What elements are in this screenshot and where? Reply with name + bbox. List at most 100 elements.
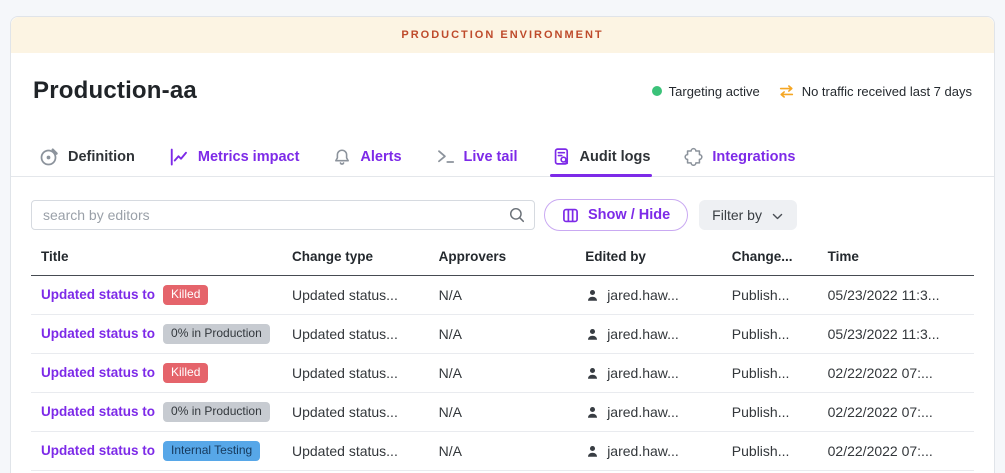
targeting-active-dot-icon: [652, 86, 662, 96]
row-title-link[interactable]: Updated status to: [41, 287, 155, 302]
column-header-changed: Change...: [722, 249, 818, 264]
cell-approvers: N/A: [429, 404, 576, 420]
edited-by-name: jared.haw...: [607, 443, 679, 459]
show-hide-button[interactable]: Show / Hide: [544, 199, 688, 231]
tab-definition-label: Definition: [68, 149, 135, 165]
row-title-link[interactable]: Updated status to: [41, 404, 155, 419]
columns-icon: [562, 207, 579, 224]
audit-log-table: Title Change type Approvers Edited by Ch…: [31, 231, 974, 471]
cell-edited-by: jared.haw...: [575, 326, 722, 342]
traffic-status-label: No traffic received last 7 days: [802, 84, 972, 99]
chevron-down-icon: [771, 210, 784, 223]
cell-changed: Publish...: [722, 443, 818, 459]
table-row[interactable]: Updated status to Killed Updated status.…: [31, 354, 974, 393]
status-badge: Killed: [163, 285, 208, 305]
audit-table-body: Updated status to Killed Updated status.…: [31, 276, 974, 471]
cell-time: 02/22/2022 07:...: [818, 443, 974, 459]
environment-card: PRODUCTION ENVIRONMENT Production-aa Tar…: [10, 16, 995, 473]
tab-alerts[interactable]: Alerts: [333, 137, 401, 176]
tab-definition[interactable]: Definition: [39, 137, 135, 176]
column-header-approvers: Approvers: [429, 249, 576, 264]
tab-metrics-impact[interactable]: Metrics impact: [169, 137, 300, 176]
cell-time: 02/22/2022 07:...: [818, 365, 974, 381]
metrics-impact-icon: [169, 147, 189, 167]
table-row[interactable]: Updated status to Killed Updated status.…: [31, 276, 974, 315]
tab-integrations-label: Integrations: [712, 149, 795, 165]
cell-edited-by: jared.haw...: [575, 404, 722, 420]
person-icon: [585, 444, 600, 459]
tab-integrations[interactable]: Integrations: [684, 137, 795, 176]
person-icon: [585, 366, 600, 381]
targeting-status-label: Targeting active: [669, 84, 760, 99]
status-badge: Internal Testing: [163, 441, 260, 461]
status-badge: Killed: [163, 363, 208, 383]
swap-arrows-icon: [778, 83, 795, 100]
person-icon: [585, 288, 600, 303]
edited-by-name: jared.haw...: [607, 404, 679, 420]
show-hide-label: Show / Hide: [588, 207, 670, 223]
cell-edited-by: jared.haw...: [575, 287, 722, 303]
status-badge: 0% in Production: [163, 402, 270, 422]
status-group: Targeting active No traffic received las…: [652, 83, 972, 100]
filter-by-label: Filter by: [712, 207, 762, 223]
page-title: Production-aa: [33, 77, 197, 105]
person-icon: [585, 405, 600, 420]
cell-time: 02/22/2022 07:...: [818, 404, 974, 420]
cell-time: 05/23/2022 11:3...: [818, 326, 974, 342]
page-header: Production-aa Targeting active No traffi…: [11, 75, 994, 107]
cell-change-type: Updated status...: [282, 287, 429, 303]
cell-approvers: N/A: [429, 287, 576, 303]
cell-edited-by: jared.haw...: [575, 443, 722, 459]
table-row[interactable]: Updated status to 0% in Production Updat…: [31, 393, 974, 432]
terminal-icon: [436, 147, 455, 166]
cell-title: Updated status to Killed: [31, 285, 282, 305]
cell-time: 05/23/2022 11:3...: [818, 287, 974, 303]
cell-approvers: N/A: [429, 365, 576, 381]
table-toolbar: Show / Hide Filter by: [31, 199, 974, 231]
filter-by-button[interactable]: Filter by: [699, 200, 797, 230]
cell-approvers: N/A: [429, 443, 576, 459]
search-input[interactable]: [31, 200, 535, 230]
tab-audit-logs[interactable]: Audit logs: [552, 137, 651, 176]
targeting-status: Targeting active: [652, 84, 760, 99]
tab-metrics-impact-label: Metrics impact: [198, 149, 300, 165]
cell-change-type: Updated status...: [282, 404, 429, 420]
cell-edited-by: jared.haw...: [575, 365, 722, 381]
bell-icon: [333, 148, 351, 166]
cell-changed: Publish...: [722, 365, 818, 381]
tab-live-tail[interactable]: Live tail: [436, 137, 518, 176]
definition-icon: [39, 147, 59, 167]
edited-by-name: jared.haw...: [607, 287, 679, 303]
edited-by-name: jared.haw...: [607, 365, 679, 381]
search-icon: [508, 206, 526, 224]
tab-bar: Definition Metrics impact Alerts: [11, 137, 994, 177]
cell-title: Updated status to 0% in Production: [31, 324, 282, 344]
row-title-link[interactable]: Updated status to: [41, 326, 155, 341]
cell-changed: Publish...: [722, 287, 818, 303]
tab-audit-logs-label: Audit logs: [580, 149, 651, 165]
cell-change-type: Updated status...: [282, 443, 429, 459]
column-header-time: Time: [818, 249, 974, 264]
row-title-link[interactable]: Updated status to: [41, 443, 155, 458]
cell-approvers: N/A: [429, 326, 576, 342]
table-row[interactable]: Updated status to 0% in Production Updat…: [31, 315, 974, 354]
environment-banner-label: PRODUCTION ENVIRONMENT: [401, 29, 603, 41]
cell-changed: Publish...: [722, 326, 818, 342]
column-header-change-type: Change type: [282, 249, 429, 264]
environment-banner: PRODUCTION ENVIRONMENT: [11, 17, 994, 53]
edited-by-name: jared.haw...: [607, 326, 679, 342]
puzzle-icon: [684, 147, 703, 166]
search-box: [31, 200, 535, 230]
person-icon: [585, 327, 600, 342]
tab-live-tail-label: Live tail: [464, 149, 518, 165]
table-header-row: Title Change type Approvers Edited by Ch…: [31, 231, 974, 276]
tab-alerts-label: Alerts: [360, 149, 401, 165]
cell-change-type: Updated status...: [282, 326, 429, 342]
cell-changed: Publish...: [722, 404, 818, 420]
cell-title: Updated status to 0% in Production: [31, 402, 282, 422]
table-row[interactable]: Updated status to Internal Testing Updat…: [31, 432, 974, 471]
status-badge: 0% in Production: [163, 324, 270, 344]
audit-logs-icon: [552, 147, 571, 166]
row-title-link[interactable]: Updated status to: [41, 365, 155, 380]
column-header-edited-by: Edited by: [575, 249, 722, 264]
